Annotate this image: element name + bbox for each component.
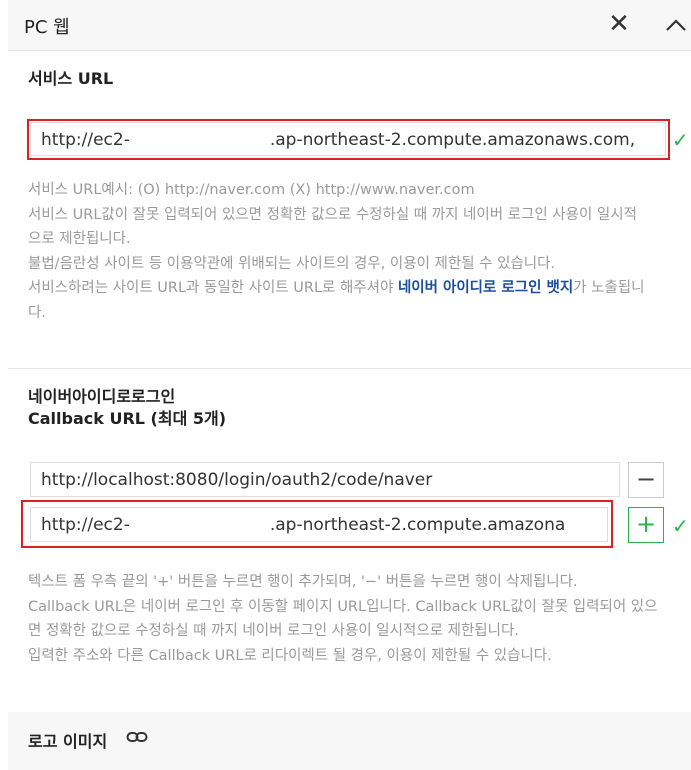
section-title: PC 웹 bbox=[24, 17, 70, 38]
highlight-box bbox=[21, 500, 613, 548]
check-icon: ✓ bbox=[672, 514, 689, 538]
help-line: 서비스 URL예시: (O) http://naver.com (X) http… bbox=[28, 182, 475, 198]
callback-url-input-1[interactable]: http://localhost:8080/login/oauth2/code/… bbox=[30, 462, 620, 497]
link-icon[interactable] bbox=[126, 729, 148, 745]
naver-login-badge-link[interactable]: 네이버 아이디로 로그인 뱃지 bbox=[398, 280, 573, 296]
remove-row-button[interactable]: − bbox=[628, 462, 664, 498]
divider bbox=[8, 368, 691, 369]
callback-title-line1: 네이버아이디로로그인 bbox=[28, 387, 176, 406]
help-line: Callback URL은 네이버 로그인 후 이동할 페이지 URL입니다. … bbox=[28, 598, 658, 640]
close-icon[interactable]: ✕ bbox=[604, 10, 634, 40]
callback-help: 텍스트 폼 우측 끝의 '+' 버튼을 누르면 행이 추가되며, '−' 버튼을… bbox=[28, 570, 658, 668]
callback-title: 네이버아이디로로그인 Callback URL (최대 5개) bbox=[28, 386, 226, 430]
service-url-help: 서비스 URL예시: (O) http://naver.com (X) http… bbox=[28, 178, 648, 325]
highlight-box bbox=[27, 119, 670, 160]
logo-image-section: 로고 이미지 bbox=[8, 712, 691, 770]
help-line: 입력한 주소와 다른 Callback URL로 리다이렉트 될 경우, 이용이… bbox=[28, 647, 552, 664]
section-header: PC 웹 ✕ bbox=[8, 0, 691, 51]
callback-title-line2: Callback URL (최대 5개) bbox=[28, 409, 227, 428]
help-line: 텍스트 폼 우측 끝의 '+' 버튼을 누르면 행이 추가되며, '−' 버튼을… bbox=[28, 574, 578, 590]
help-line: 불법/음란성 사이트 등 이용약관에 위배되는 사이트의 경우, 이용이 제한될… bbox=[28, 255, 556, 272]
add-row-button[interactable]: + bbox=[628, 507, 664, 543]
logo-image-title: 로고 이미지 bbox=[28, 732, 108, 751]
service-url-title: 서비스 URL bbox=[28, 69, 114, 88]
help-line: 서비스 URL값이 잘못 입력되어 있으면 정확한 값으로 수정하실 때 까지 … bbox=[28, 206, 637, 248]
help-line: 서비스하려는 사이트 URL과 동일한 사이트 URL로 해주셔야 네이버 아이… bbox=[28, 276, 648, 325]
help-text: 서비스하려는 사이트 URL과 동일한 사이트 URL로 해주셔야 bbox=[28, 280, 398, 296]
check-icon: ✓ bbox=[672, 128, 689, 152]
chevron-up-icon[interactable] bbox=[662, 12, 690, 38]
